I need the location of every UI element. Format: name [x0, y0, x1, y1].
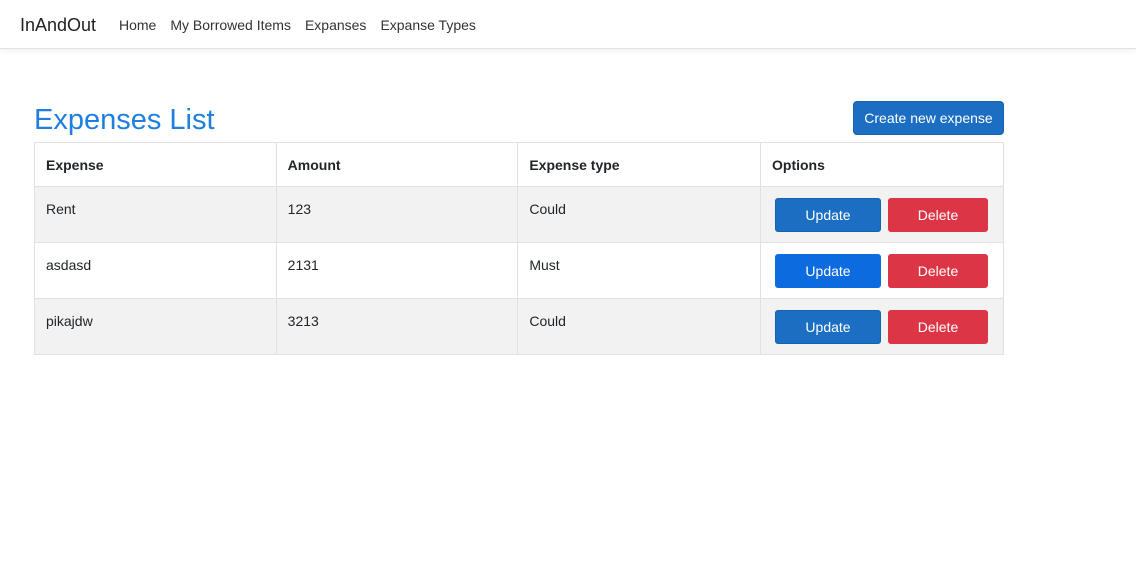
cell-expense: Rent	[34, 186, 277, 243]
nav-borrowed-items-link[interactable]: My Borrowed Items	[170, 16, 291, 34]
nav-expanses-link[interactable]: Expanses	[305, 16, 366, 34]
table-header-row: Expense Amount Expense type Options	[34, 142, 1004, 187]
nav-expanse-types-link[interactable]: Expanse Types	[380, 16, 475, 34]
row-actions: Update Delete	[761, 309, 1003, 344]
brand-link[interactable]: InAndOut	[20, 14, 96, 36]
header-options: Options	[760, 142, 1004, 187]
cell-options: Update Delete	[760, 186, 1004, 243]
table-row: asdasd 2131 Must Update Delete	[34, 242, 1004, 299]
nav-home-link[interactable]: Home	[119, 16, 156, 34]
delete-button[interactable]: Delete	[888, 197, 988, 232]
cell-amount: 123	[275, 186, 519, 243]
table-row: Rent 123 Could Update Delete	[34, 186, 1004, 243]
cell-options: Update Delete	[760, 298, 1004, 355]
table-row: pikajdw 3213 Could Update Delete	[34, 298, 1004, 355]
page-title: Expenses List	[34, 104, 215, 136]
cell-expense: pikajdw	[34, 298, 277, 355]
cell-expense-type: Could	[517, 186, 761, 243]
nav-links: Home My Borrowed Items Expanses Expanse …	[119, 16, 476, 34]
cell-amount: 2131	[275, 242, 519, 299]
header-expense: Expense	[34, 142, 277, 187]
cell-expense: asdasd	[34, 242, 277, 299]
cell-expense-type: Must	[517, 242, 761, 299]
update-button[interactable]: Update	[775, 197, 881, 232]
create-expense-button[interactable]: Create new expense	[853, 101, 1004, 135]
cell-options: Update Delete	[760, 242, 1004, 299]
row-actions: Update Delete	[761, 197, 1003, 232]
header-amount: Amount	[275, 142, 519, 187]
header-expense-type: Expense type	[517, 142, 761, 187]
update-button[interactable]: Update	[775, 309, 881, 344]
top-navbar: InAndOut Home My Borrowed Items Expanses…	[0, 0, 1136, 49]
cell-amount: 3213	[275, 298, 519, 355]
update-button[interactable]: Update	[775, 253, 881, 288]
expenses-table: Expense Amount Expense type Options Rent…	[34, 142, 1004, 355]
delete-button[interactable]: Delete	[888, 309, 988, 344]
row-actions: Update Delete	[761, 253, 1003, 288]
cell-expense-type: Could	[517, 298, 761, 355]
delete-button[interactable]: Delete	[888, 253, 988, 288]
